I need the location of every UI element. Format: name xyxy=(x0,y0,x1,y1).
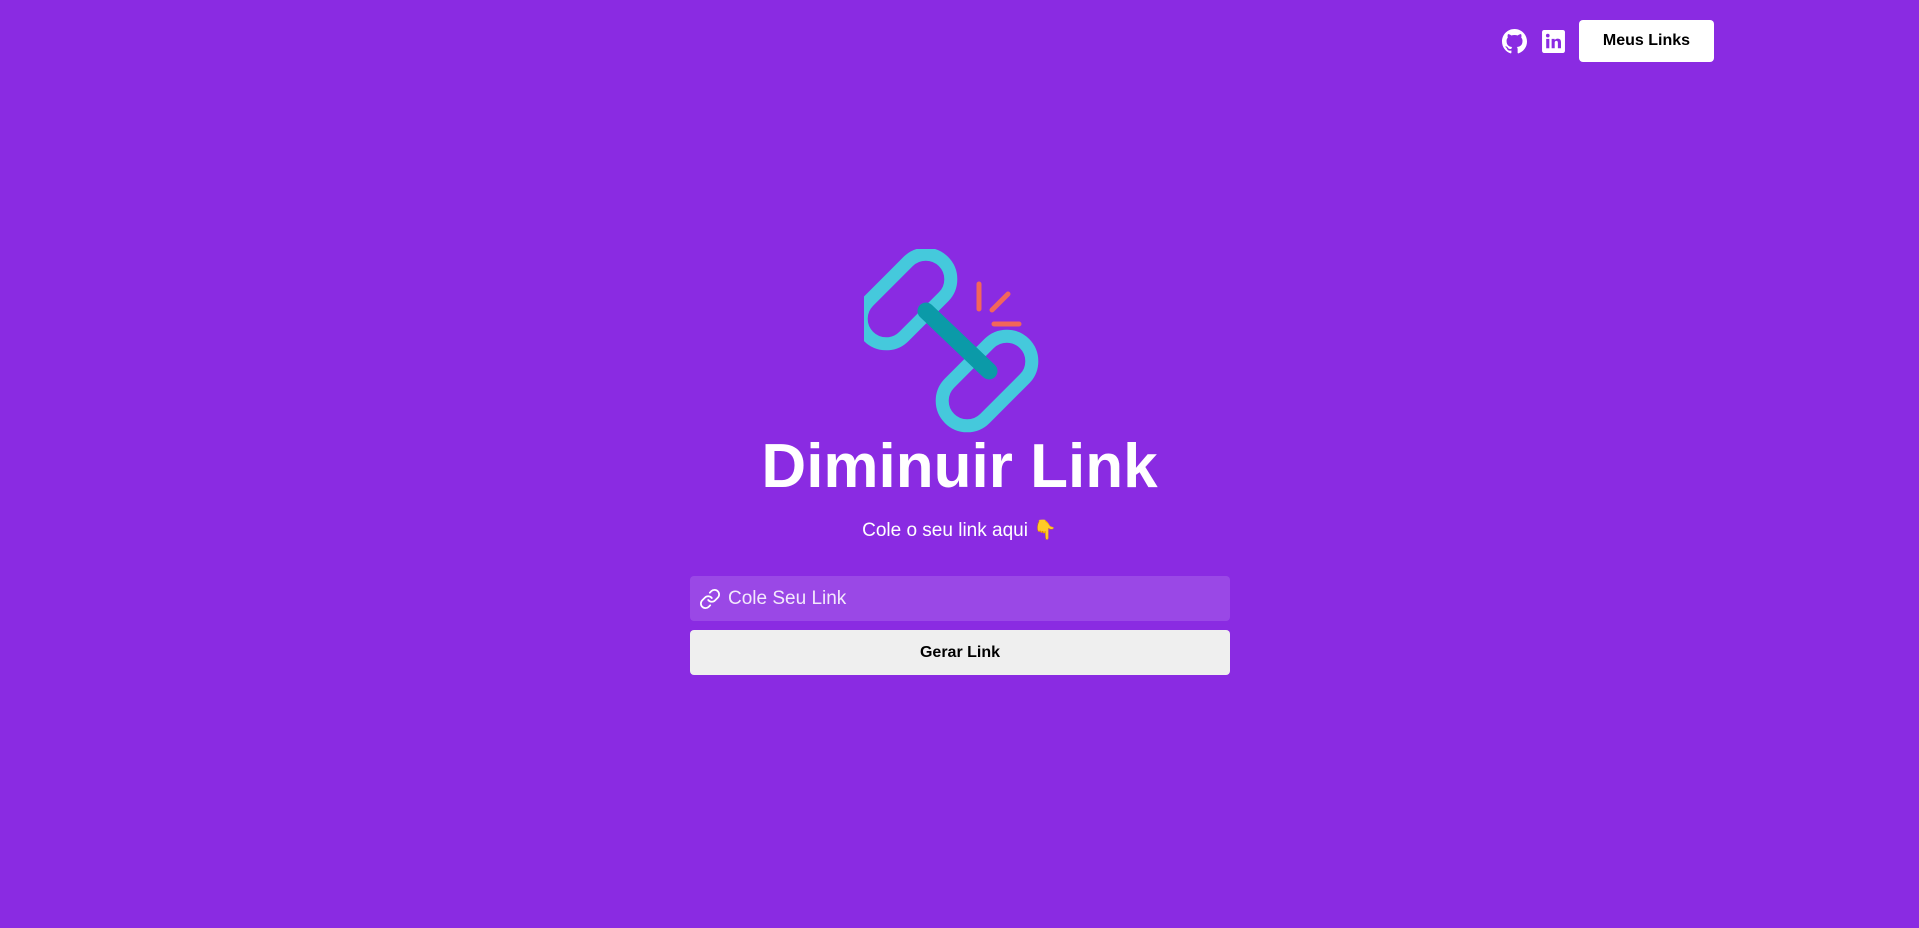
page-subtitle: Cole o seu link aqui 👇 xyxy=(862,520,1057,541)
broken-chain-link-icon xyxy=(854,247,1054,437)
link-input-container[interactable] xyxy=(690,576,1230,621)
generate-link-button[interactable]: Gerar Link xyxy=(690,630,1230,675)
link-input[interactable] xyxy=(728,576,1230,621)
my-links-button[interactable]: Meus Links xyxy=(1579,20,1714,62)
page-title: Diminuir Link xyxy=(761,432,1158,501)
github-icon[interactable] xyxy=(1501,28,1528,55)
link-icon xyxy=(699,588,721,610)
top-header: Meus Links xyxy=(0,19,1919,62)
linkedin-icon[interactable] xyxy=(1540,28,1566,54)
